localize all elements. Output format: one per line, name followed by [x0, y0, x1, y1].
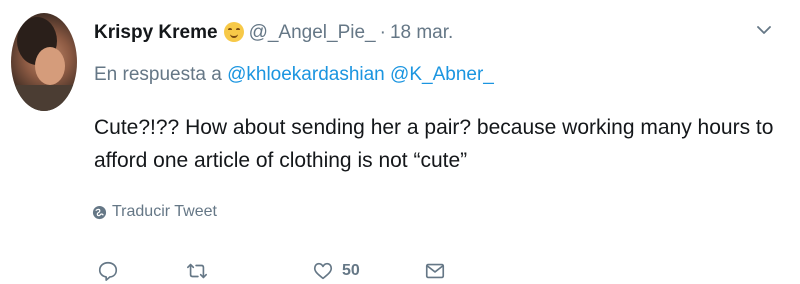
reply-prefix: En respuesta a [94, 64, 222, 85]
relieved-face-emoji-icon [223, 22, 244, 42]
tweet-date[interactable]: 18 mar. [390, 22, 453, 44]
retweet-button[interactable] [186, 258, 208, 284]
reply-context: En respuesta a @khloekardashian @K_Abner… [94, 64, 494, 86]
like-button[interactable]: 50 [312, 258, 360, 284]
reply-icon [98, 261, 118, 281]
tweet: Krispy Kreme @_Angel_Pie_ · 18 mar. En r… [0, 0, 800, 284]
globe-icon [92, 205, 107, 219]
like-count: 50 [342, 262, 360, 279]
direct-message-button[interactable] [424, 258, 446, 284]
translate-tweet[interactable]: Traducir Tweet [92, 203, 217, 221]
reply-button[interactable] [97, 258, 119, 284]
author-name[interactable]: Krispy Kreme [94, 22, 218, 44]
tweet-header: Krispy Kreme @_Angel_Pie_ · 18 mar. [94, 19, 453, 47]
avatar[interactable] [11, 13, 77, 111]
separator-dot: · [379, 22, 386, 43]
reply-mention-2[interactable]: @K_Abner_ [390, 64, 494, 85]
tweet-text: Cute?!?? How about sending her a pair? b… [94, 116, 774, 172]
heart-icon [313, 262, 333, 280]
envelope-icon [425, 263, 445, 279]
avatar-face [35, 47, 65, 85]
chevron-down-icon[interactable] [756, 22, 772, 38]
avatar-shirt [11, 85, 77, 111]
reply-mention-1[interactable]: @khloekardashian [227, 64, 385, 85]
tweet-actions: 50 [0, 258, 800, 284]
translate-label: Traducir Tweet [112, 203, 217, 220]
retweet-icon [187, 263, 207, 279]
author-handle[interactable]: @_Angel_Pie_ [249, 22, 376, 44]
